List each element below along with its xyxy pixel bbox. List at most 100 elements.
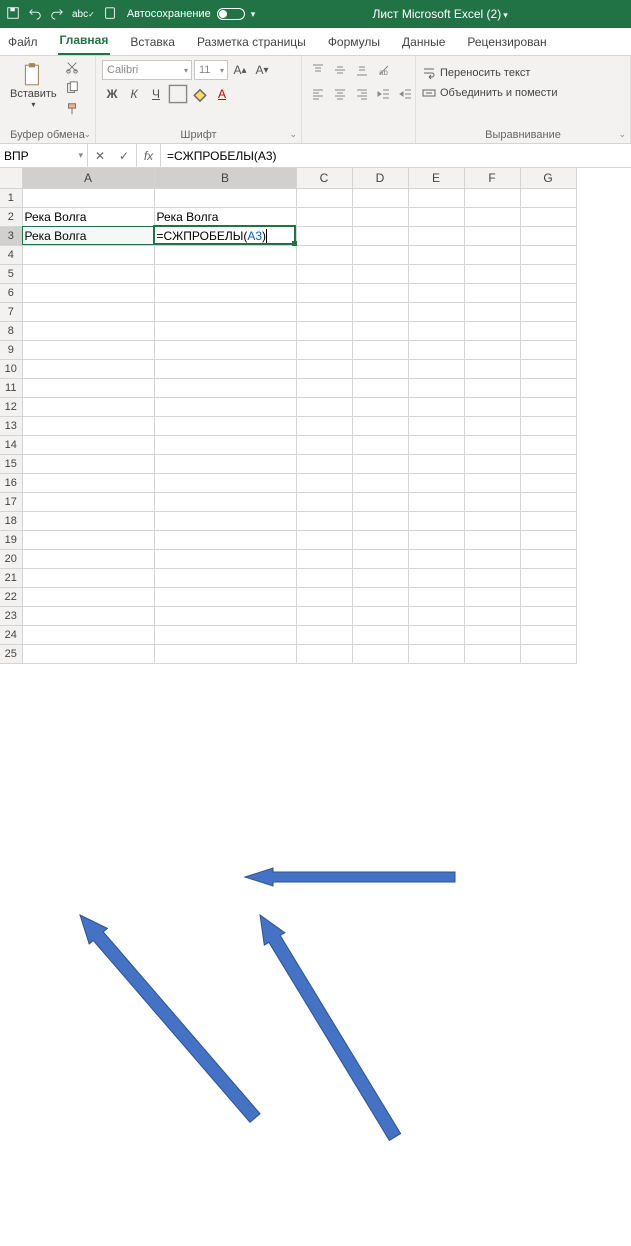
cell-C24[interactable] [296, 626, 352, 645]
cell-G10[interactable] [520, 360, 576, 379]
row-header-3[interactable]: 3 [0, 227, 22, 246]
row-header-6[interactable]: 6 [0, 284, 22, 303]
row-header-24[interactable]: 24 [0, 626, 22, 645]
cell-A22[interactable] [22, 588, 154, 607]
row-header-17[interactable]: 17 [0, 493, 22, 512]
bold-button[interactable]: Ж [102, 84, 122, 104]
row-header-10[interactable]: 10 [0, 360, 22, 379]
cell-E15[interactable] [408, 455, 464, 474]
underline-button[interactable]: Ч [146, 84, 166, 104]
cell-A4[interactable] [22, 246, 154, 265]
fx-icon[interactable]: fx [137, 144, 161, 167]
cell-D22[interactable] [352, 588, 408, 607]
cell-B7[interactable] [154, 303, 296, 322]
row-header-22[interactable]: 22 [0, 588, 22, 607]
cell-D10[interactable] [352, 360, 408, 379]
cell-F4[interactable] [464, 246, 520, 265]
increase-font-icon[interactable]: A▴ [230, 60, 250, 80]
cell-C18[interactable] [296, 512, 352, 531]
cell-F25[interactable] [464, 645, 520, 664]
cell-G16[interactable] [520, 474, 576, 493]
align-right-icon[interactable] [352, 84, 372, 104]
orientation-icon[interactable]: ab [374, 60, 394, 80]
cell-F9[interactable] [464, 341, 520, 360]
cell-E12[interactable] [408, 398, 464, 417]
cell-F2[interactable] [464, 208, 520, 227]
cell-D24[interactable] [352, 626, 408, 645]
cell-G13[interactable] [520, 417, 576, 436]
cell-G5[interactable] [520, 265, 576, 284]
cell-F5[interactable] [464, 265, 520, 284]
cell-C25[interactable] [296, 645, 352, 664]
cell-D11[interactable] [352, 379, 408, 398]
cut-icon[interactable] [65, 60, 79, 77]
row-header-14[interactable]: 14 [0, 436, 22, 455]
cell-F10[interactable] [464, 360, 520, 379]
cell-G2[interactable] [520, 208, 576, 227]
cell-B5[interactable] [154, 265, 296, 284]
decrease-font-icon[interactable]: A▾ [252, 60, 272, 80]
cell-G17[interactable] [520, 493, 576, 512]
cell-F11[interactable] [464, 379, 520, 398]
cell-A15[interactable] [22, 455, 154, 474]
cell-C22[interactable] [296, 588, 352, 607]
row-header-19[interactable]: 19 [0, 531, 22, 550]
column-header-E[interactable]: E [408, 168, 464, 189]
cell-G20[interactable] [520, 550, 576, 569]
cell-E13[interactable] [408, 417, 464, 436]
cell-C9[interactable] [296, 341, 352, 360]
cell-G7[interactable] [520, 303, 576, 322]
cell-D21[interactable] [352, 569, 408, 588]
name-box[interactable]: ВПР [0, 144, 88, 167]
font-color-icon[interactable]: A [212, 84, 232, 104]
row-header-5[interactable]: 5 [0, 265, 22, 284]
cell-B17[interactable] [154, 493, 296, 512]
row-header-16[interactable]: 16 [0, 474, 22, 493]
column-header-B[interactable]: B [154, 168, 296, 189]
cell-E6[interactable] [408, 284, 464, 303]
cell-E22[interactable] [408, 588, 464, 607]
cell-G25[interactable] [520, 645, 576, 664]
cell-A20[interactable] [22, 550, 154, 569]
formula-input[interactable]: =СЖПРОБЕЛЫ(A3) [161, 144, 631, 167]
spellcheck-icon[interactable]: abc✓ [72, 9, 95, 20]
cell-B14[interactable] [154, 436, 296, 455]
align-left-icon[interactable] [308, 84, 328, 104]
cell-F7[interactable] [464, 303, 520, 322]
select-all-corner[interactable] [0, 168, 22, 189]
row-header-4[interactable]: 4 [0, 246, 22, 265]
cell-G8[interactable] [520, 322, 576, 341]
row-header-1[interactable]: 1 [0, 189, 22, 208]
cell-C7[interactable] [296, 303, 352, 322]
cell-C8[interactable] [296, 322, 352, 341]
row-header-2[interactable]: 2 [0, 208, 22, 227]
cell-D14[interactable] [352, 436, 408, 455]
cell-E16[interactable] [408, 474, 464, 493]
merge-button[interactable]: Объединить и помести [422, 84, 558, 102]
cell-A3[interactable]: Река Волга [22, 227, 154, 246]
cell-A5[interactable] [22, 265, 154, 284]
row-header-9[interactable]: 9 [0, 341, 22, 360]
cell-G21[interactable] [520, 569, 576, 588]
cell-F14[interactable] [464, 436, 520, 455]
tab-home[interactable]: Главная [58, 29, 111, 55]
cell-E17[interactable] [408, 493, 464, 512]
cell-G3[interactable] [520, 227, 576, 246]
cell-B2[interactable]: Река Волга [154, 208, 296, 227]
cell-B9[interactable] [154, 341, 296, 360]
cell-C11[interactable] [296, 379, 352, 398]
cell-D9[interactable] [352, 341, 408, 360]
cell-D13[interactable] [352, 417, 408, 436]
cell-C1[interactable] [296, 189, 352, 208]
cell-A7[interactable] [22, 303, 154, 322]
row-header-11[interactable]: 11 [0, 379, 22, 398]
font-name-combo[interactable]: Calibri [102, 60, 192, 80]
column-header-C[interactable]: C [296, 168, 352, 189]
row-header-20[interactable]: 20 [0, 550, 22, 569]
align-center-icon[interactable] [330, 84, 350, 104]
cell-A9[interactable] [22, 341, 154, 360]
cell-F21[interactable] [464, 569, 520, 588]
font-size-combo[interactable]: 11 [194, 60, 228, 80]
tab-insert[interactable]: Вставка [128, 31, 177, 55]
cell-F6[interactable] [464, 284, 520, 303]
